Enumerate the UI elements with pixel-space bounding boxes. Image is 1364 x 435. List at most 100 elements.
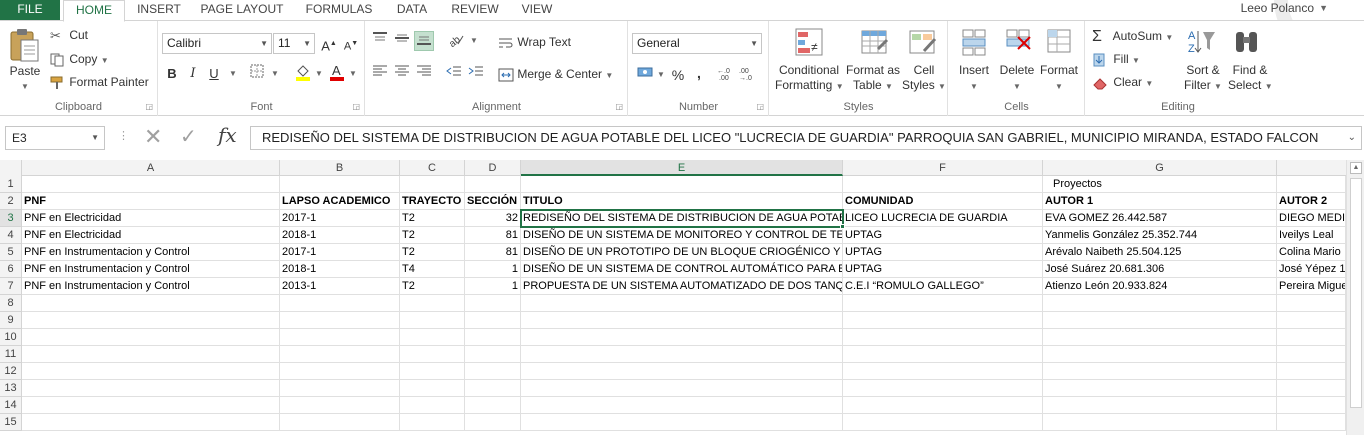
cell[interactable]: EVA GOMEZ 26.442.587 bbox=[1043, 210, 1277, 227]
enter-icon[interactable]: ✓ bbox=[180, 124, 197, 149]
orientation-icon[interactable]: ab bbox=[446, 31, 466, 51]
cell[interactable]: José Suárez 20.681.306 bbox=[1043, 261, 1277, 278]
cell[interactable] bbox=[1043, 414, 1277, 431]
row-header[interactable]: 12 bbox=[0, 363, 22, 380]
cell[interactable] bbox=[1043, 397, 1277, 414]
cut-button[interactable]: ✂ Cut bbox=[50, 27, 88, 44]
copy-button[interactable]: Copy ▼ bbox=[50, 51, 109, 69]
cell[interactable] bbox=[465, 346, 521, 363]
cell[interactable] bbox=[1277, 397, 1346, 414]
chevron-down-icon[interactable]: ▼ bbox=[1013, 82, 1021, 91]
cell[interactable] bbox=[22, 363, 280, 380]
cell[interactable]: PNF en Instrumentacion y Control bbox=[22, 261, 280, 278]
chevron-down-icon[interactable]: ▼ bbox=[265, 64, 285, 84]
formula-input[interactable]: REDISEÑO DEL SISTEMA DE DISTRIBUCION DE … bbox=[250, 126, 1362, 150]
cell[interactable] bbox=[280, 414, 400, 431]
cell[interactable] bbox=[280, 397, 400, 414]
cell[interactable] bbox=[521, 176, 843, 193]
cell[interactable] bbox=[1043, 312, 1277, 329]
chevron-down-icon[interactable]: ▼ bbox=[605, 71, 613, 80]
comma-button[interactable]: , bbox=[689, 63, 709, 83]
cell[interactable]: José Yépez 1 bbox=[1277, 261, 1346, 278]
column-header-g[interactable]: G bbox=[1043, 160, 1277, 176]
cell[interactable]: T4 bbox=[400, 261, 465, 278]
binoculars-icon[interactable] bbox=[1232, 27, 1262, 61]
chevron-down-icon[interactable]: ▼ bbox=[1214, 82, 1222, 91]
cell[interactable] bbox=[521, 397, 843, 414]
cell[interactable] bbox=[843, 397, 1043, 414]
tab-data[interactable]: DATA bbox=[388, 0, 436, 21]
cell[interactable] bbox=[22, 176, 280, 193]
cell[interactable] bbox=[465, 414, 521, 431]
tab-home[interactable]: HOME bbox=[63, 0, 125, 22]
cell[interactable] bbox=[465, 176, 521, 193]
cell[interactable]: PNF en Instrumentacion y Control bbox=[22, 244, 280, 261]
align-middle-icon[interactable] bbox=[392, 31, 412, 51]
expand-formula-bar-icon[interactable]: ⌄ bbox=[1348, 127, 1356, 149]
increase-indent-icon[interactable] bbox=[466, 64, 486, 84]
cell[interactable] bbox=[400, 295, 465, 312]
cell[interactable] bbox=[465, 380, 521, 397]
format-button[interactable]: Format ▼ bbox=[1037, 63, 1081, 94]
sort-filter-icon[interactable]: AZ bbox=[1186, 27, 1216, 61]
increase-decimal-icon[interactable]: ←.0.00 bbox=[717, 65, 737, 85]
delete-button[interactable]: Delete ▼ bbox=[995, 63, 1039, 94]
insert-cells-icon[interactable] bbox=[959, 27, 989, 61]
cell[interactable]: PROPUESTA DE UN SISTEMA AUTOMATIZADO DE … bbox=[521, 278, 843, 295]
cell[interactable] bbox=[521, 414, 843, 431]
scrollbar-thumb[interactable] bbox=[1350, 178, 1362, 408]
conditional-formatting-button[interactable]: Conditional Formatting ▼ bbox=[775, 63, 844, 94]
cell[interactable] bbox=[465, 363, 521, 380]
cell[interactable] bbox=[400, 363, 465, 380]
column-header-f[interactable]: F bbox=[843, 160, 1043, 176]
name-box[interactable]: E3 ▼ bbox=[5, 126, 105, 150]
cell[interactable] bbox=[843, 295, 1043, 312]
dialog-launcher-icon[interactable]: ◲ bbox=[756, 102, 764, 111]
chevron-down-icon[interactable]: ▼ bbox=[223, 64, 243, 84]
cell[interactable]: 81 bbox=[465, 244, 521, 261]
tab-review[interactable]: REVIEW bbox=[446, 0, 504, 21]
cell[interactable] bbox=[280, 295, 400, 312]
cell[interactable]: AUTOR 1 bbox=[1043, 193, 1277, 210]
clear-button[interactable]: Clear ▼ bbox=[1092, 74, 1153, 92]
row-header[interactable]: 14 bbox=[0, 397, 22, 414]
cell[interactable] bbox=[22, 414, 280, 431]
paste-button[interactable] bbox=[8, 27, 42, 63]
cell[interactable] bbox=[465, 312, 521, 329]
chevron-down-icon[interactable]: ▼ bbox=[1055, 82, 1063, 91]
fill-handle[interactable] bbox=[840, 224, 845, 229]
cell[interactable] bbox=[521, 312, 843, 329]
row-header[interactable]: 5 bbox=[0, 244, 22, 261]
cell[interactable]: COMUNIDAD bbox=[843, 193, 1043, 210]
tab-formulas[interactable]: FORMULAS bbox=[298, 0, 380, 21]
cell[interactable]: Pereira Miguel bbox=[1277, 278, 1346, 295]
cell[interactable]: 2017-1 bbox=[280, 244, 400, 261]
vertical-scrollbar[interactable]: ▲ bbox=[1346, 160, 1364, 435]
chevron-down-icon[interactable]: ▼ bbox=[750, 34, 758, 53]
dialog-launcher-icon[interactable]: ◲ bbox=[352, 102, 360, 111]
cell[interactable]: Arévalo Naibeth 25.504.125 bbox=[1043, 244, 1277, 261]
column-header-a[interactable]: A bbox=[22, 160, 280, 176]
row-header[interactable]: 11 bbox=[0, 346, 22, 363]
select-all-button[interactable] bbox=[0, 160, 22, 176]
cell[interactable] bbox=[22, 295, 280, 312]
chevron-down-icon[interactable]: ▼ bbox=[938, 82, 946, 91]
column-header-b[interactable]: B bbox=[280, 160, 400, 176]
cell[interactable]: UPTAG bbox=[843, 244, 1043, 261]
cell[interactable]: 2018-1 bbox=[280, 261, 400, 278]
cell[interactable]: T2 bbox=[400, 244, 465, 261]
cell[interactable] bbox=[280, 176, 400, 193]
decrease-decimal-icon[interactable]: .00 →.0 bbox=[739, 65, 759, 85]
chevron-down-icon[interactable]: ▼ bbox=[260, 34, 268, 53]
tab-insert[interactable]: INSERT bbox=[128, 0, 190, 21]
cell[interactable]: 1 bbox=[465, 261, 521, 278]
cell[interactable] bbox=[280, 346, 400, 363]
paste-label[interactable]: Paste bbox=[8, 64, 42, 79]
align-right-icon[interactable] bbox=[414, 64, 434, 84]
chevron-down-icon[interactable]: ▼ bbox=[101, 56, 109, 65]
cell[interactable]: 1 bbox=[465, 278, 521, 295]
chevron-down-icon[interactable]: ▼ bbox=[1319, 0, 1328, 16]
cell[interactable] bbox=[1277, 414, 1346, 431]
cell[interactable]: 2018-1 bbox=[280, 227, 400, 244]
cell[interactable] bbox=[843, 176, 1043, 193]
